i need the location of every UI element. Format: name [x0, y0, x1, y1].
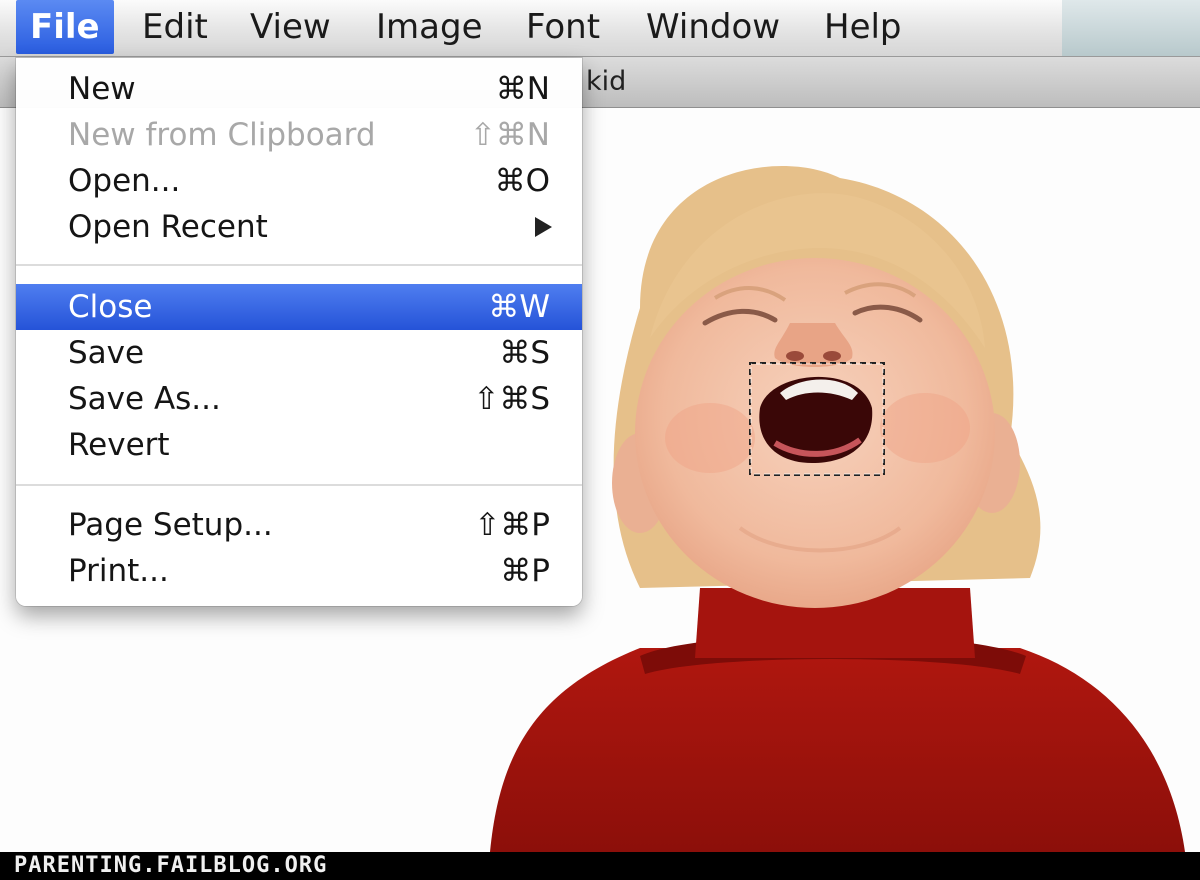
menu-item-shortcut: ⇧⌘P	[474, 507, 550, 543]
menu-item-close[interactable]: Close ⌘W	[16, 284, 582, 330]
menu-item-label: Print...	[68, 553, 169, 589]
watermark-text: PARENTING.FAILBLOG.ORG	[14, 853, 328, 878]
menu-item-open-recent[interactable]: Open Recent	[16, 204, 582, 250]
menu-font[interactable]: Font	[512, 0, 614, 54]
menu-file[interactable]: File	[16, 0, 114, 54]
menu-item-new[interactable]: New ⌘N	[16, 66, 582, 112]
watermark-bar: PARENTING.FAILBLOG.ORG	[0, 852, 1200, 880]
menu-window[interactable]: Window	[632, 0, 794, 54]
menu-item-page-setup[interactable]: Page Setup... ⇧⌘P	[16, 502, 582, 548]
menu-item-label: Page Setup...	[68, 507, 273, 543]
menu-item-label: New	[68, 71, 136, 107]
menu-help[interactable]: Help	[810, 0, 916, 54]
menu-separator	[16, 264, 582, 266]
menu-item-save[interactable]: Save ⌘S	[16, 330, 582, 376]
menu-item-shortcut: ⌘O	[494, 163, 550, 199]
menu-view[interactable]: View	[236, 0, 345, 54]
menu-item-label: Open Recent	[68, 209, 268, 245]
menu-item-shortcut: ⌘S	[499, 335, 550, 371]
menu-item-shortcut: ⇧⌘N	[469, 117, 550, 153]
submenu-arrow-icon	[535, 217, 552, 237]
menu-item-shortcut: ⌘P	[500, 553, 550, 589]
menu-item-shortcut: ⌘W	[488, 289, 550, 325]
menu-item-revert[interactable]: Revert	[16, 422, 582, 468]
menu-bar: File Edit View Image Font Window Help	[0, 0, 1200, 57]
window-title: kid	[586, 66, 627, 97]
menu-image[interactable]: Image	[362, 0, 496, 54]
menu-item-shortcut: ⌘N	[495, 71, 550, 107]
menu-item-label: Save	[68, 335, 145, 371]
menu-bar-right-area	[1062, 0, 1200, 56]
menu-item-label: Save As...	[68, 381, 221, 417]
menu-item-new-from-clipboard: New from Clipboard ⇧⌘N	[16, 112, 582, 158]
menu-separator	[16, 484, 582, 486]
menu-edit[interactable]: Edit	[128, 0, 222, 54]
menu-item-label: New from Clipboard	[68, 117, 376, 153]
file-menu-dropdown: New ⌘N New from Clipboard ⇧⌘N Open... ⌘O…	[16, 58, 582, 606]
menu-item-shortcut: ⇧⌘S	[473, 381, 550, 417]
menu-item-save-as[interactable]: Save As... ⇧⌘S	[16, 376, 582, 422]
menu-item-label: Open...	[68, 163, 181, 199]
menu-item-open[interactable]: Open... ⌘O	[16, 158, 582, 204]
menu-item-label: Revert	[68, 427, 170, 463]
menu-item-label: Close	[68, 289, 153, 325]
menu-item-print[interactable]: Print... ⌘P	[16, 548, 582, 594]
